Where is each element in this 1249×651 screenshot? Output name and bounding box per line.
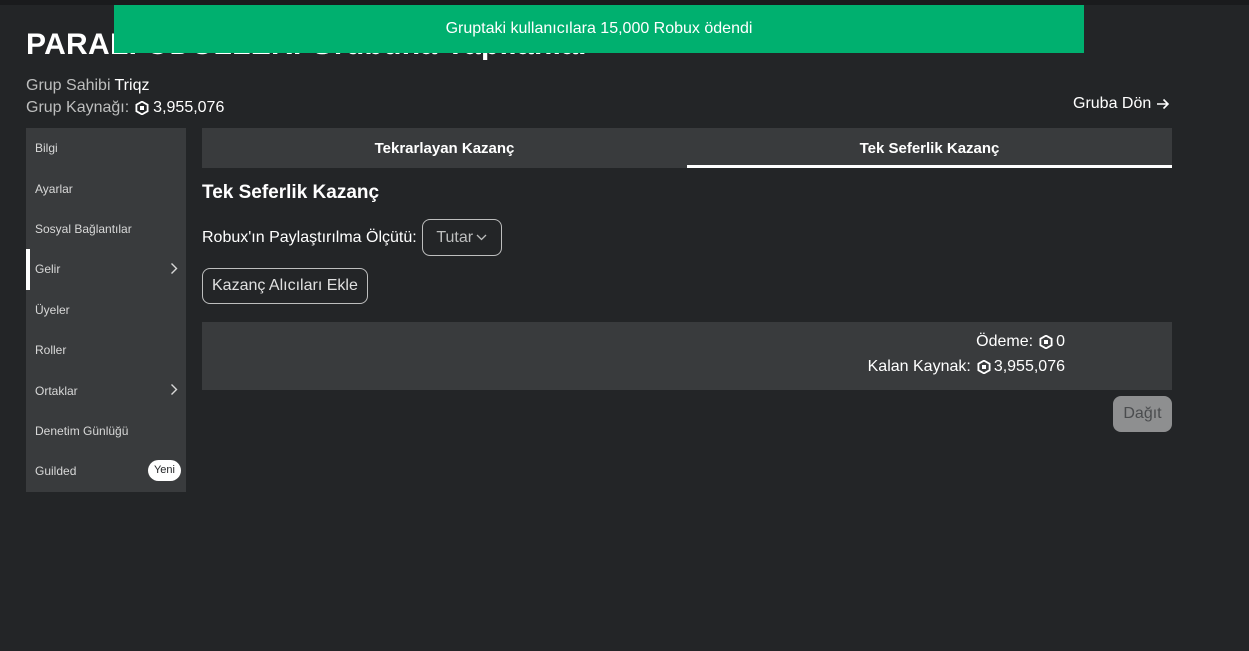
- criteria-label: Robux'ın Paylaştırılma Ölçütü:: [202, 228, 417, 246]
- tab-label: Tekrarlayan Kazanç: [374, 139, 515, 157]
- robux-icon: [1039, 335, 1053, 349]
- sidebar-item-label: Roller: [35, 343, 67, 358]
- tab-label: Tek Seferlik Kazanç: [859, 139, 1000, 157]
- sidebar-item-revenue[interactable]: Gelir: [26, 249, 186, 290]
- add-payout-recipients-button[interactable]: Kazanç Alıcıları Ekle: [202, 268, 368, 304]
- tab-recurring-payouts[interactable]: Tekrarlayan Kazanç: [202, 128, 687, 168]
- group-funds: Grup Kaynağı: 3,955,076: [26, 99, 224, 117]
- group-funds-value: 3,955,076: [153, 99, 225, 116]
- tab-one-time-payout[interactable]: Tek Seferlik Kazanç: [687, 128, 1172, 168]
- remaining-funds-row: Kalan Kaynak: 3,955,076: [868, 358, 1065, 376]
- sidebar-item-label: Üyeler: [35, 302, 70, 317]
- payout-tabs: Tekrarlayan Kazanç Tek Seferlik Kazanç: [202, 128, 1172, 168]
- arrow-right-icon: [1156, 97, 1170, 111]
- group-owner-label: Grup Sahibi: [26, 77, 111, 94]
- payout-row: Ödeme: 0: [976, 333, 1065, 351]
- sidebar-item-label: Sosyal Bağlantılar: [35, 221, 132, 236]
- criteria-dropdown[interactable]: Tutar: [421, 219, 502, 256]
- group-funds-label: Grup Kaynağı:: [26, 99, 130, 116]
- payout-summary: Ödeme: 0 Kalan Kaynak: 3,955,076: [202, 322, 1172, 390]
- group-owner: Grup Sahibi Triqz: [26, 77, 149, 95]
- back-to-group-link[interactable]: Gruba Dön: [1073, 95, 1170, 113]
- distribution-criteria: Robux'ın Paylaştırılma Ölçütü: Tutar: [202, 219, 502, 256]
- sidebar-item-label: Guilded: [35, 464, 77, 479]
- sidebar-item-guilded[interactable]: Guilded Yeni: [26, 451, 186, 491]
- sidebar-nav: Bilgi Ayarlar Sosyal Bağlantılar Gelir Ü…: [26, 128, 186, 492]
- sidebar-item-label: Denetim Günlüğü: [35, 423, 129, 438]
- chevron-right-icon: [170, 262, 178, 275]
- success-toast: Gruptaki kullanıcılara 15,000 Robux öden…: [114, 5, 1084, 53]
- section-title: Tek Seferlik Kazanç: [202, 182, 380, 203]
- new-badge: Yeni: [147, 460, 181, 482]
- sidebar-item-label: Ayarlar: [35, 181, 73, 196]
- sidebar-item-affiliates[interactable]: Ortaklar: [26, 370, 186, 410]
- sidebar-item-label: Gelir: [35, 262, 61, 277]
- sidebar-item-label: Ortaklar: [35, 383, 78, 398]
- sidebar-item-info[interactable]: Bilgi: [26, 128, 186, 168]
- sidebar-item-settings[interactable]: Ayarlar: [26, 168, 186, 208]
- remaining-funds-value: 3,955,076: [993, 358, 1065, 375]
- sidebar-item-audit-log[interactable]: Denetim Günlüğü: [26, 411, 186, 451]
- remaining-funds-label: Kalan Kaynak:: [867, 358, 971, 375]
- distribute-button[interactable]: Dağıt: [1113, 396, 1172, 432]
- payout-value: 0: [1056, 333, 1065, 350]
- robux-icon: [977, 360, 991, 374]
- chevron-right-icon: [170, 383, 178, 396]
- sidebar-item-roles[interactable]: Roller: [26, 330, 186, 370]
- criteria-dropdown-value: Tutar: [436, 228, 474, 246]
- sidebar-item-social-links[interactable]: Sosyal Bağlantılar: [26, 209, 186, 249]
- sidebar-item-members[interactable]: Üyeler: [26, 290, 186, 330]
- payout-label: Ödeme:: [976, 333, 1034, 350]
- toast-message: Gruptaki kullanıcılara 15,000 Robux öden…: [445, 20, 753, 37]
- group-owner-name[interactable]: Triqz: [115, 77, 150, 95]
- sidebar-item-label: Bilgi: [35, 141, 58, 156]
- chevron-down-icon: [476, 234, 487, 241]
- back-to-group-label: Gruba Dön: [1073, 95, 1152, 112]
- robux-icon: [135, 101, 149, 115]
